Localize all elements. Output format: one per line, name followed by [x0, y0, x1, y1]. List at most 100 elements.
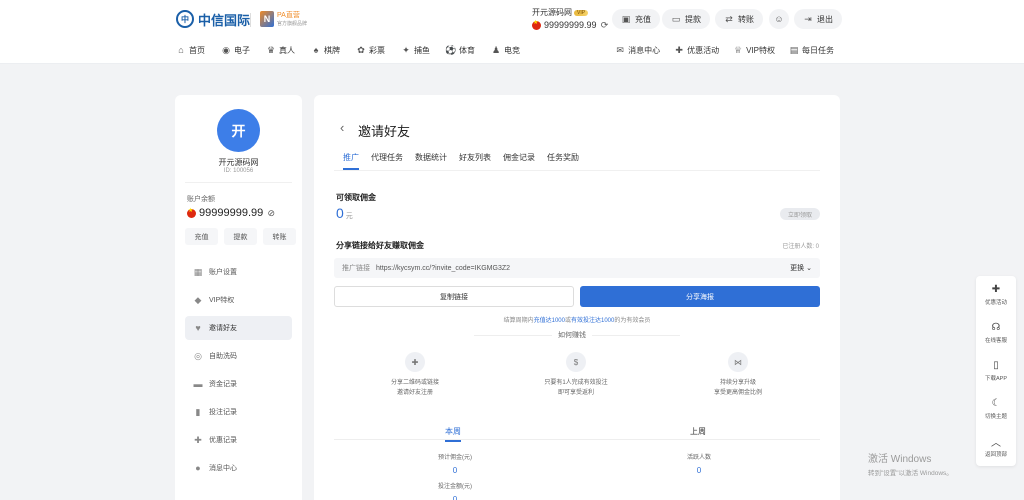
withdraw-button[interactable]: ▭ 提款 [662, 9, 710, 29]
logout-button[interactable]: ⇥ 退出 [794, 9, 842, 29]
change-label: 更换 [790, 265, 805, 272]
live-icon: ♛ [266, 44, 276, 55]
sidebar-item-vip[interactable]: ◆ VIP特权 [185, 288, 292, 312]
person-icon: ♟ [491, 44, 501, 55]
nav-item-sports[interactable]: ⚽ 体育 [445, 45, 475, 56]
step-text: 只要有1人完成有效投注 [544, 380, 608, 386]
heart-icon: ♥ [195, 323, 201, 333]
user-info[interactable]: 开元源码网VIP 99999999.99 ⟳ [532, 7, 610, 30]
nav-item-esports[interactable]: ♟ 电竞 [491, 45, 520, 56]
sidebar-item-account-settings[interactable]: ▦ 账户设置 [185, 260, 292, 284]
note-highlight: 充值达1000 [533, 318, 565, 324]
sidebar-balance-value: 99999999.99 [199, 207, 264, 219]
note-text: 结算周期内 [503, 318, 534, 324]
nav-item-live[interactable]: ♛ 真人 [266, 45, 295, 56]
nav-item-home[interactable]: ⌂ 首页 [176, 45, 205, 56]
sidebar-item-promos[interactable]: ✚ 优惠记录 [185, 428, 292, 452]
header-balance: 99999999.99 [544, 20, 597, 30]
sidebar-item-label: 消息中心 [209, 465, 237, 472]
sidebar-item-bets[interactable]: ▮ 投注记录 [185, 400, 292, 424]
top-bar: 中 中信国际 N PA直营 官方旗舰品牌 开元源码网VIP 99999999.9… [0, 0, 1024, 64]
site-logo[interactable]: 中 中信国际 [176, 9, 250, 29]
float-label: 在线客服 [984, 337, 1007, 344]
sidebar-item-label: 邀请好友 [209, 325, 237, 332]
cards-icon: ♠ [313, 45, 319, 55]
share-poster-button[interactable]: 分享海报 [580, 286, 820, 307]
chat-icon: ● [195, 463, 201, 473]
wallet-icon: ▬ [193, 379, 203, 389]
back-icon[interactable]: ‹ [340, 120, 344, 135]
tab-friends[interactable]: 好友列表 [459, 152, 491, 170]
tab-agent-tasks[interactable]: 代理任务 [371, 152, 403, 170]
nav-daily-tasks[interactable]: ▤ 每日任务 [789, 45, 834, 56]
phone-icon: ▯ [993, 360, 999, 371]
invite-link-label: 推广链接 [342, 265, 370, 272]
id-card-icon: ▦ [193, 266, 203, 277]
nav-item-cards[interactable]: ♠ 棋牌 [311, 45, 340, 56]
note-highlight: 有效投注达1000 [571, 318, 615, 324]
float-theme[interactable]: ☾ 切换主题 [976, 390, 1016, 428]
sidebar-item-label: 资金记录 [209, 381, 237, 388]
sidebar-item-funds[interactable]: ▬ 资金记录 [185, 372, 292, 396]
sidebar-transfer-button[interactable]: 转账 [263, 228, 296, 245]
nav-label: 消息中心 [628, 45, 661, 55]
nav-label: 优惠活动 [687, 45, 720, 55]
invite-link-box[interactable]: 推广链接 https://kycsym.cc/?invite_code=IKGM… [334, 258, 820, 278]
transfer-icon: ⇄ [725, 13, 733, 24]
username: 开元源码网 [532, 8, 572, 17]
sidebar-item-invite[interactable]: ♥ 邀请好友 [185, 316, 292, 340]
nav-item-lottery[interactable]: ✿ 彩票 [356, 45, 385, 56]
claim-button[interactable]: 立即领取 [779, 208, 820, 220]
chevron-down-icon: ⌄ [806, 265, 812, 272]
sidebar-username: 开元源码网 [218, 158, 259, 167]
float-back-to-top[interactable]: ︿ 返回顶部 [976, 428, 1016, 466]
share-title: 分享链接给好友赚取佣金 [336, 241, 424, 250]
tab-statistics[interactable]: 数据统计 [415, 152, 447, 170]
windows-watermark: 激活 Windows 转到"设置"以激活 Windows。 [868, 450, 953, 477]
stat-label: 活跃人数 [686, 455, 711, 461]
sidebar-withdraw-button[interactable]: 提款 [224, 228, 257, 245]
nav-right: ✉ 消息中心 ✚ 优惠活动 ♕ VIP特权 ▤ 每日任务 [615, 40, 834, 60]
step-text: 享受更高佣金比例 [713, 390, 762, 396]
tab-task-rewards[interactable]: 任务奖励 [547, 152, 579, 170]
sidebar-item-messages[interactable]: ● 消息中心 [185, 456, 292, 480]
sidebar-item-label: 自助洗码 [209, 353, 237, 360]
invite-panel: ‹ 邀请好友 推广 代理任务 数据统计 好友列表 佣金记录 任务奖励 可领取佣金… [314, 95, 840, 500]
cny-flag-icon [187, 207, 196, 218]
divider [334, 170, 820, 171]
eye-off-icon[interactable]: ⊘ [266, 208, 276, 218]
tab-last-week[interactable]: 上周 [690, 426, 706, 437]
nav-vip[interactable]: ♕ VIP特权 [733, 45, 775, 56]
logo-emblem-icon: 中 [176, 10, 194, 28]
sidebar-item-label: 投注记录 [209, 409, 237, 416]
cny-flag-icon [532, 19, 541, 30]
nav-messages[interactable]: ✉ 消息中心 [615, 45, 660, 56]
sidebar-deposit-button[interactable]: 充值 [185, 228, 218, 245]
commission-value: 0 [336, 205, 344, 221]
float-support[interactable]: ☊ 在线客服 [976, 314, 1016, 352]
copy-link-button[interactable]: 复制链接 [334, 286, 574, 307]
change-link-button[interactable]: 更换 ⌄ [790, 263, 812, 273]
pa-title: PA直营 [277, 12, 300, 19]
nav-promotions[interactable]: ✚ 优惠活动 [674, 45, 719, 56]
gift-icon: ✚ [194, 434, 202, 445]
refresh-icon[interactable]: ⟳ [600, 20, 610, 30]
gift-icon: ✚ [991, 284, 1001, 295]
deposit-button[interactable]: ▣ 充值 [612, 9, 660, 29]
stat-bet-amount: 投注金额(元) 0 [395, 481, 515, 500]
transfer-button[interactable]: ⇄ 转账 [715, 9, 763, 29]
how-to-earn-label: 如何赚钱 [552, 330, 592, 340]
logo-text: 中信国际 [198, 13, 251, 29]
stat-active-users: 活跃人数 0 [639, 452, 759, 475]
sidebar-item-rebate[interactable]: ◎ 自助洗码 [185, 344, 292, 368]
avatar[interactable]: 开 [217, 109, 260, 152]
tab-promote[interactable]: 推广 [343, 152, 359, 170]
nav-item-fishing[interactable]: ✦ 捕鱼 [401, 45, 430, 56]
float-download-app[interactable]: ▯ 下载APP [976, 352, 1016, 390]
nav-item-slots[interactable]: ◉ 电子 [221, 45, 250, 56]
tab-commission-records[interactable]: 佣金记录 [503, 152, 535, 170]
float-promotions[interactable]: ✚ 优惠活动 [976, 276, 1016, 314]
float-label: 下载APP [984, 375, 1007, 382]
add-user-icon: ✚ [405, 352, 425, 372]
profile-button[interactable]: ☺ [769, 9, 789, 29]
